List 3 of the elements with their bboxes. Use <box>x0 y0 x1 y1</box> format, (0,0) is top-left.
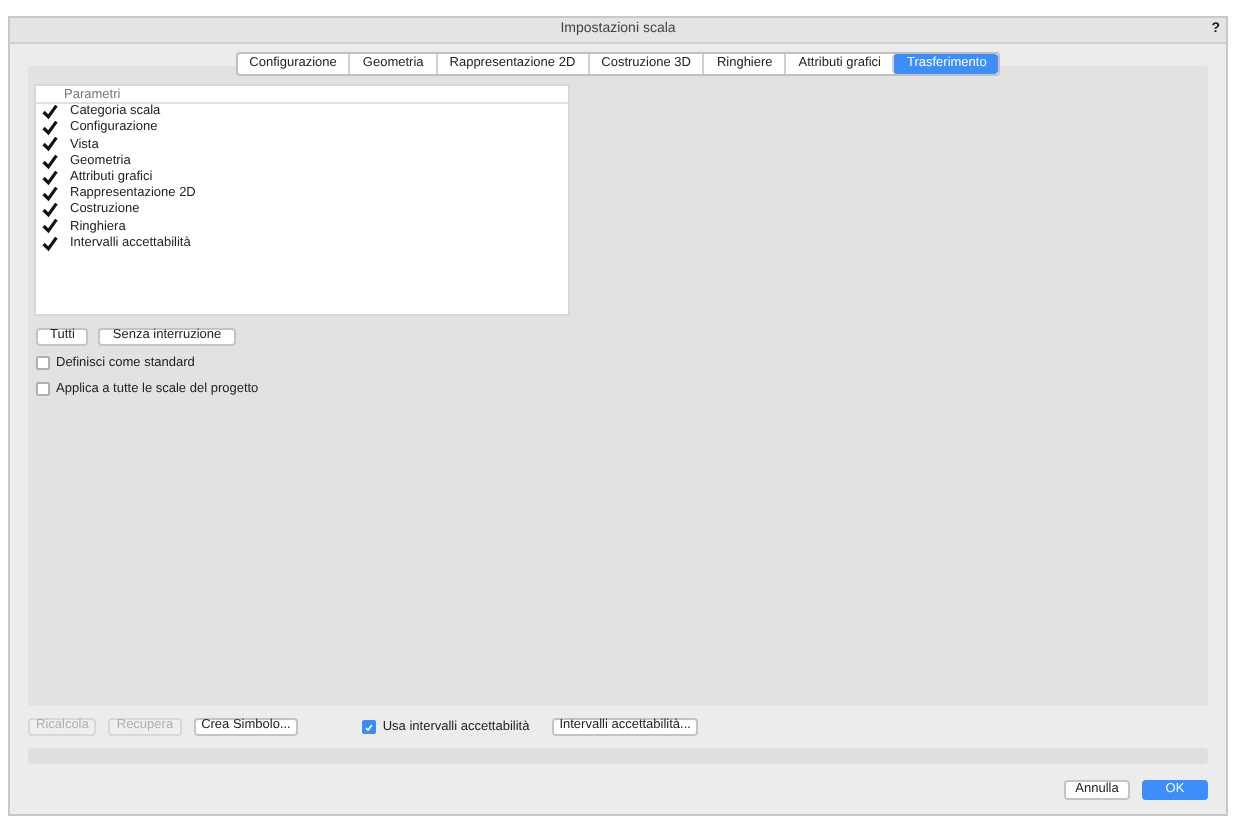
checkbox[interactable] <box>36 382 50 397</box>
checkbox[interactable] <box>36 356 50 371</box>
checkbox[interactable] <box>362 720 377 734</box>
